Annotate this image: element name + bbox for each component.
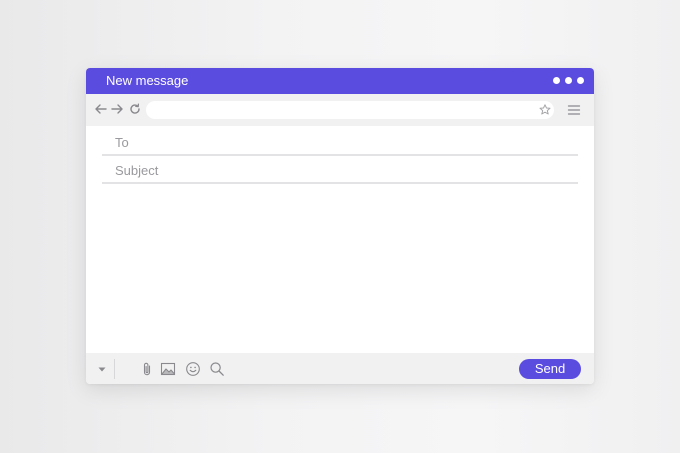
- window-control-dot[interactable]: [553, 77, 560, 84]
- address-bar[interactable]: [146, 101, 554, 119]
- compose-toolbar: Send: [86, 353, 594, 384]
- menu-icon[interactable]: [567, 103, 581, 117]
- compose-window: New message To Subject Send: [86, 68, 594, 384]
- toolbar-divider: [114, 359, 115, 379]
- search-icon[interactable]: [209, 361, 225, 377]
- window-control-dot[interactable]: [565, 77, 572, 84]
- reload-icon[interactable]: [127, 101, 143, 117]
- forward-arrow-icon[interactable]: [109, 101, 125, 117]
- back-arrow-icon[interactable]: [93, 101, 109, 117]
- title-bar: New message: [86, 68, 594, 94]
- paperclip-icon[interactable]: [139, 361, 155, 377]
- window-title: New message: [106, 73, 189, 88]
- window-control-dot[interactable]: [577, 77, 584, 84]
- message-body[interactable]: [102, 190, 582, 352]
- emoji-icon[interactable]: [185, 361, 201, 377]
- subject-field-row: [102, 158, 578, 184]
- to-field[interactable]: [102, 130, 578, 154]
- dropdown-caret-icon[interactable]: [94, 361, 110, 377]
- to-field-row: [102, 130, 578, 156]
- send-button[interactable]: Send: [519, 359, 581, 379]
- image-icon[interactable]: [160, 361, 176, 377]
- browser-toolbar: [86, 94, 594, 126]
- window-controls: [553, 77, 584, 85]
- star-icon[interactable]: [538, 103, 552, 117]
- subject-field[interactable]: [102, 158, 578, 182]
